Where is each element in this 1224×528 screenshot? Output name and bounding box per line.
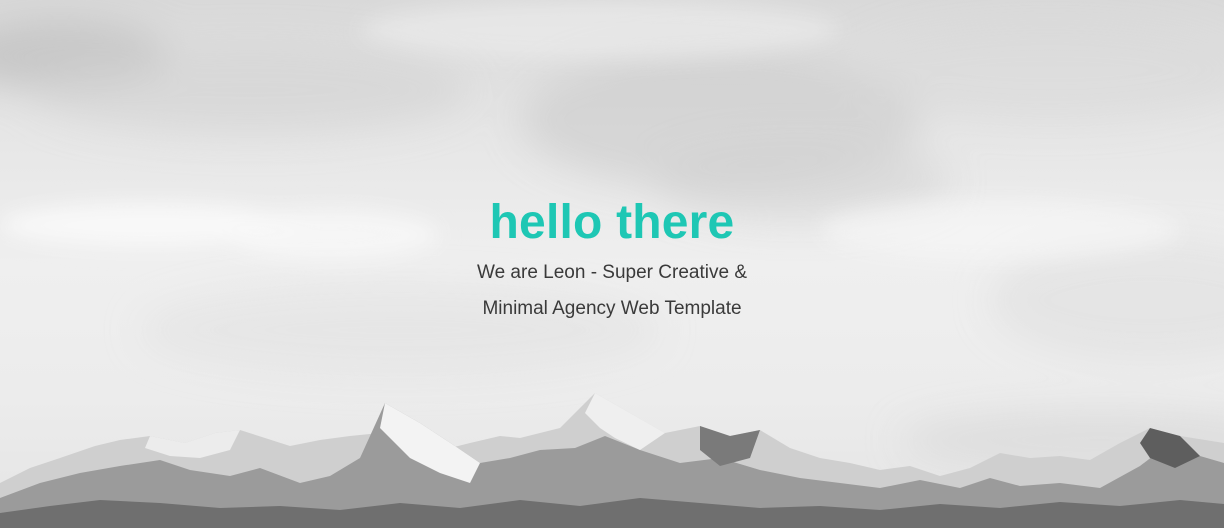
hero-subtitle: We are Leon - Super Creative & Minimal A… [0, 255, 1224, 327]
mountain-range-image [0, 388, 1224, 528]
hero-subtitle-line-2: Minimal Agency Web Template [482, 298, 742, 319]
hero-content: hello there We are Leon - Super Creative… [0, 193, 1224, 327]
hero-title: hello there [489, 196, 735, 249]
hero-subtitle-line-1: We are Leon - Super Creative & [476, 262, 747, 283]
hero-section: hello there We are Leon - Super Creative… [0, 0, 1224, 528]
